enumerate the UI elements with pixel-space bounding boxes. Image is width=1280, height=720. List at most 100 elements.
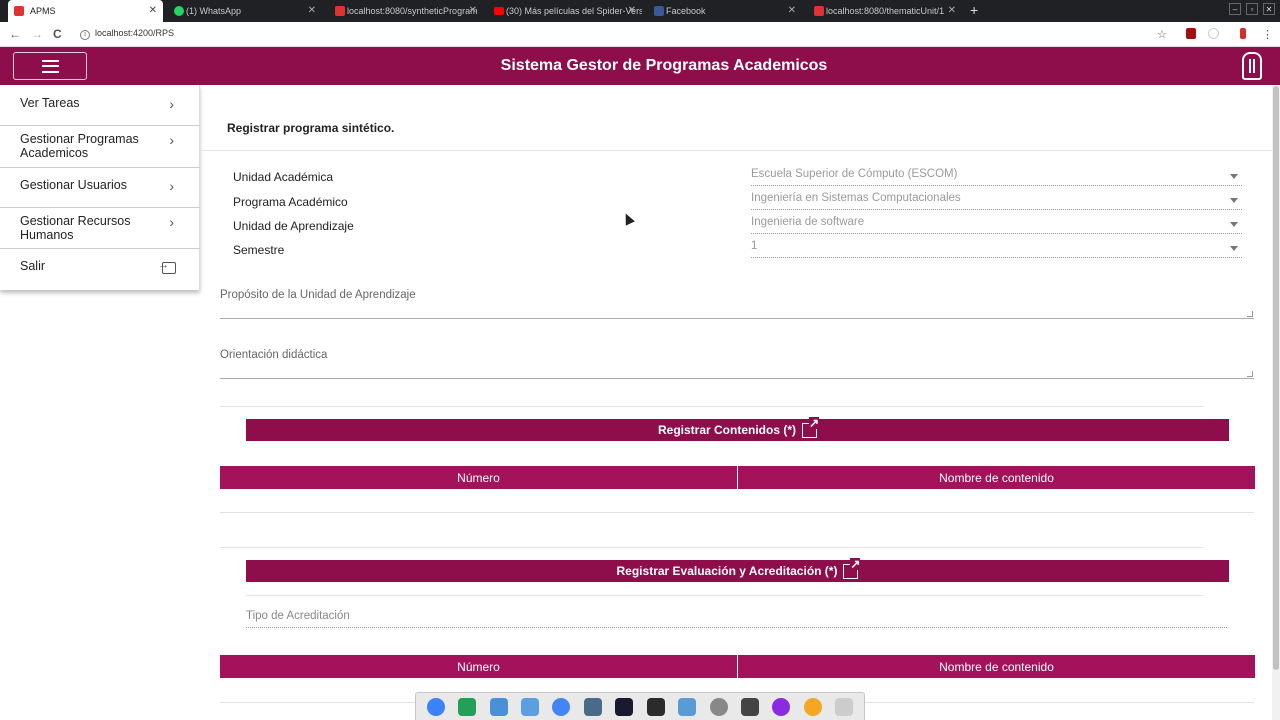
chevron-right-icon: › bbox=[169, 214, 174, 230]
browser-tab[interactable]: APMS ✕ bbox=[8, 0, 163, 22]
browser-tabstrip: APMS ✕ (1) WhatsApp ✕ localhost:8080/syn… bbox=[0, 0, 1280, 22]
sidebar-item-gestionar-recursos-humanos[interactable]: Gestionar Recursos Humanos › bbox=[0, 208, 200, 249]
tab-title: (1) WhatsApp bbox=[186, 6, 242, 16]
register-evaluation-label: Registrar Evaluación y Acreditación (*) bbox=[616, 564, 838, 578]
more-menu-icon[interactable]: ⋮ bbox=[1262, 28, 1273, 41]
youtube-icon bbox=[494, 7, 504, 15]
3d-app-icon[interactable] bbox=[678, 697, 697, 716]
close-icon[interactable]: ✕ bbox=[149, 5, 157, 16]
browser-tab[interactable]: localhost:8080/thematicUnit/1 ✕ bbox=[812, 0, 962, 22]
webstorm-icon[interactable] bbox=[615, 697, 634, 716]
chevron-right-icon: › bbox=[169, 178, 174, 194]
divider bbox=[220, 547, 1203, 548]
close-icon[interactable]: ✕ bbox=[788, 5, 796, 16]
taskbar-dock bbox=[415, 692, 865, 720]
browser-tab[interactable]: localhost:8080/syntheticProgram ✕ bbox=[333, 0, 483, 22]
sidebar-item-label: Gestionar Recursos Humanos bbox=[20, 214, 131, 242]
register-contents-button[interactable]: Registrar Contenidos (*) bbox=[246, 416, 1229, 441]
sidebar-item-salir[interactable]: Salir bbox=[0, 249, 200, 290]
restore-icon[interactable]: ▫ bbox=[1246, 3, 1258, 15]
tab-title: APMS bbox=[30, 6, 56, 16]
browser-tab[interactable]: (30) Más películas del Spider-Vers ✕ bbox=[492, 0, 642, 22]
sidebar: Ver Tareas › Gestionar Programas Academi… bbox=[0, 85, 200, 290]
dropdown-arrow-icon bbox=[1230, 246, 1238, 251]
arrow-app-icon[interactable] bbox=[709, 697, 728, 716]
orientation-textarea[interactable]: Orientación didáctica bbox=[220, 349, 1254, 379]
whatsapp-icon bbox=[174, 6, 184, 16]
field-label-unidad-academica: Unidad Académica bbox=[233, 170, 334, 184]
register-contents-label: Registrar Contenidos (*) bbox=[657, 423, 796, 437]
divider bbox=[220, 406, 1203, 407]
evaluation-table-header: Número Nombre de contenido bbox=[220, 655, 1255, 678]
bookmark-star-icon[interactable]: ☆ bbox=[1157, 28, 1167, 41]
dropdown-arrow-icon bbox=[1230, 174, 1238, 179]
divider bbox=[246, 595, 1203, 596]
calendar-icon[interactable] bbox=[803, 697, 822, 716]
select-value: Ingenieria de software bbox=[751, 216, 865, 228]
select-unidad-academica[interactable]: Escuela Superior de Cómputo (ESCOM) bbox=[751, 168, 1242, 186]
power-icon[interactable] bbox=[772, 697, 791, 716]
select-semestre[interactable]: 1 bbox=[751, 240, 1242, 258]
ublock-icon[interactable] bbox=[1186, 28, 1196, 39]
angular-icon bbox=[14, 6, 24, 16]
exit-icon bbox=[158, 259, 176, 274]
purpose-textarea[interactable]: Propósito de la Unidad de Aprendizaje bbox=[220, 289, 1254, 319]
close-icon[interactable]: ✕ bbox=[628, 5, 636, 16]
browser-tab[interactable]: (1) WhatsApp ✕ bbox=[172, 0, 322, 22]
forward-button[interactable]: → bbox=[31, 27, 43, 41]
tab-title: localhost:8080/thematicUnit/1 bbox=[826, 6, 945, 16]
ipn-logo-icon bbox=[1242, 52, 1262, 80]
close-icon[interactable]: ✕ bbox=[469, 5, 477, 16]
workspaces-icon[interactable] bbox=[489, 697, 508, 716]
sidebar-item-gestionar-usuarios[interactable]: Gestionar Usuarios › bbox=[0, 168, 200, 208]
tab-title: localhost:8080/syntheticProgram bbox=[347, 6, 478, 16]
files-icon[interactable] bbox=[520, 697, 539, 716]
column-header-nombre-contenido: Nombre de contenido bbox=[737, 655, 1255, 678]
close-window-icon[interactable]: ✕ bbox=[1263, 3, 1275, 15]
open-in-new-icon bbox=[843, 557, 861, 579]
angular-icon bbox=[335, 6, 345, 16]
accreditation-placeholder: Tipo de Acreditación bbox=[246, 610, 350, 622]
info-icon[interactable]: i bbox=[80, 30, 90, 40]
angular-icon bbox=[814, 6, 824, 16]
select-value: Escuela Superior de Cómputo (ESCOM) bbox=[751, 168, 958, 180]
resize-grip-icon[interactable] bbox=[1247, 371, 1253, 377]
new-tab-button[interactable]: + bbox=[970, 2, 978, 18]
select-unidad-aprendizaje[interactable]: Ingenieria de software bbox=[751, 216, 1242, 234]
url-text: localhost:4200/RPS bbox=[95, 28, 175, 38]
scrollbar-thumb[interactable] bbox=[1273, 86, 1279, 670]
sidebar-item-ver-tareas[interactable]: Ver Tareas › bbox=[0, 85, 200, 126]
launcher-icon[interactable] bbox=[426, 697, 445, 716]
divider bbox=[200, 150, 1272, 151]
extension-icon[interactable] bbox=[1208, 28, 1219, 39]
tab-title: (30) Más películas del Spider-Vers bbox=[506, 6, 642, 16]
open-in-new-icon bbox=[802, 416, 819, 438]
register-evaluation-button[interactable]: Registrar Evaluación y Acreditación (*) bbox=[246, 557, 1229, 582]
accreditation-type-input[interactable]: Tipo de Acreditación bbox=[246, 610, 1227, 628]
column-header-nombre-contenido: Nombre de contenido bbox=[737, 466, 1255, 489]
network-icon[interactable] bbox=[583, 697, 602, 716]
contents-table-header: Número Nombre de contenido bbox=[220, 466, 1255, 489]
spreadsheet-icon[interactable] bbox=[458, 697, 477, 716]
chrome-icon[interactable] bbox=[552, 697, 571, 716]
select-programa-academico[interactable]: Ingeniería en Sistemas Computacionales bbox=[751, 192, 1242, 210]
browser-tab[interactable]: Facebook ✕ bbox=[652, 0, 802, 22]
lastpass-icon[interactable] bbox=[1240, 28, 1246, 39]
trash-icon[interactable] bbox=[835, 697, 854, 716]
sidebar-item-gestionar-programas[interactable]: Gestionar Programas Academicos › bbox=[0, 126, 200, 168]
close-icon[interactable]: ✕ bbox=[308, 5, 316, 16]
field-label-semestre: Semestre bbox=[233, 243, 285, 257]
close-icon[interactable]: ✕ bbox=[948, 5, 956, 16]
dropbox-icon[interactable] bbox=[740, 697, 759, 716]
back-button[interactable]: ← bbox=[9, 27, 21, 41]
reload-button[interactable]: C bbox=[53, 27, 62, 41]
column-header-numero: Número bbox=[220, 466, 737, 489]
field-label-programa-academico: Programa Académico bbox=[233, 195, 348, 209]
purpose-placeholder: Propósito de la Unidad de Aprendizaje bbox=[220, 289, 416, 301]
terminal-icon[interactable] bbox=[646, 697, 665, 716]
sidebar-item-label: Salir bbox=[20, 259, 46, 273]
minimize-icon[interactable]: – bbox=[1229, 3, 1241, 15]
url-field[interactable]: i localhost:4200/RPS bbox=[80, 28, 174, 40]
main-content: Registrar programa sintético. Unidad Aca… bbox=[200, 85, 1272, 720]
resize-grip-icon[interactable] bbox=[1247, 311, 1253, 317]
